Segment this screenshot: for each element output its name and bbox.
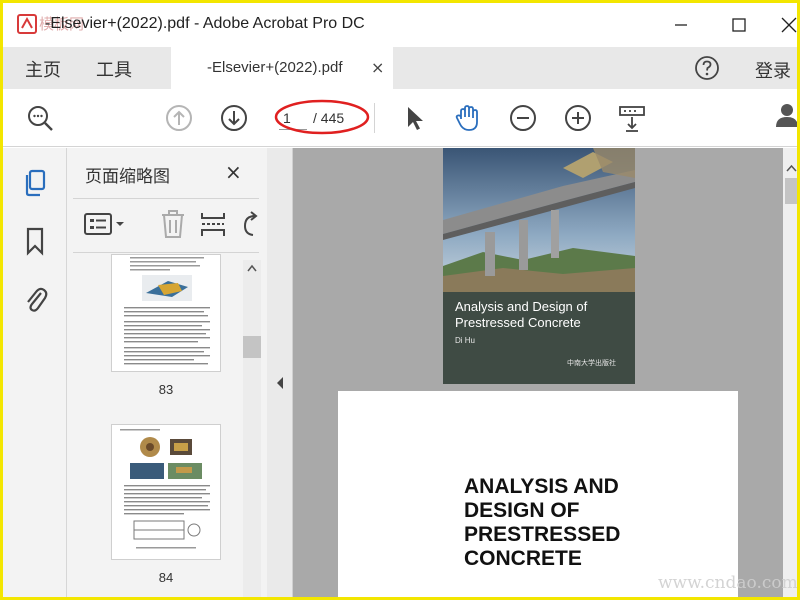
thumbnail-panel: 页面缩略图 × 83 84 xyxy=(67,148,267,597)
tab-close-icon[interactable]: × xyxy=(371,58,384,77)
close-window-icon[interactable] xyxy=(777,13,800,37)
help-icon[interactable] xyxy=(693,54,721,82)
toolbar-divider xyxy=(374,103,375,133)
page-thumbnails-icon[interactable] xyxy=(21,168,49,198)
document-view[interactable]: Analysis and Design of Prestressed Concr… xyxy=(293,148,783,597)
delete-page-icon[interactable] xyxy=(159,208,187,240)
zoom-out-icon[interactable] xyxy=(508,103,538,133)
thumbnail-panel-title: 页面缩略图 xyxy=(85,167,170,187)
watermark-text: www.cndao.com xyxy=(658,573,798,593)
app-logo-icon xyxy=(17,14,37,34)
nav-home[interactable]: 主页 xyxy=(25,56,61,82)
tab-bar: 主页 工具 -Elsevier+(2022).pdf × 登录 xyxy=(3,47,797,89)
thumbnail-label: 84 xyxy=(158,570,174,585)
nav-tools[interactable]: 工具 xyxy=(96,56,132,82)
cover-author: Di Hu xyxy=(455,336,476,345)
select-cursor-icon[interactable] xyxy=(399,103,429,133)
document-tab-label: -Elsevier+(2022).pdf xyxy=(207,59,343,76)
annotation-oval xyxy=(274,99,370,135)
minimize-icon[interactable] xyxy=(669,13,693,37)
document-scrollbar[interactable] xyxy=(783,148,800,597)
document-scrollbar-thumb[interactable] xyxy=(785,178,797,204)
attachments-icon[interactable] xyxy=(21,284,49,314)
thumbnail-label: 83 xyxy=(158,382,174,397)
bookmarks-icon[interactable] xyxy=(21,226,49,256)
cover-title: Analysis and Design of Prestressed Concr… xyxy=(455,299,588,330)
add-user-icon[interactable] xyxy=(773,101,800,133)
book-cover: Analysis and Design of Prestressed Concr… xyxy=(443,148,635,384)
main-toolbar: / 445 xyxy=(3,89,797,147)
scroll-up-icon[interactable] xyxy=(783,160,800,177)
panel-divider xyxy=(73,198,259,199)
scroll-mode-icon[interactable] xyxy=(617,103,647,133)
window-title: -Elsevier+(2022).pdf - Adobe Acrobat Pro… xyxy=(45,15,365,32)
maximize-icon[interactable] xyxy=(727,13,751,37)
page-title: ANALYSIS AND DESIGN OF PRESTRESSED CONCR… xyxy=(464,475,621,570)
thumbnail-scrollbar-thumb[interactable] xyxy=(243,336,261,358)
panel-collapse-strip[interactable] xyxy=(267,148,293,597)
thumbnail-page-83[interactable] xyxy=(111,254,221,372)
scroll-up-icon[interactable] xyxy=(243,260,261,278)
previous-page-icon[interactable] xyxy=(164,103,194,133)
zoom-in-icon[interactable] xyxy=(563,103,593,133)
next-page-icon[interactable] xyxy=(219,103,249,133)
page-83-preview xyxy=(124,257,210,365)
search-icon[interactable] xyxy=(25,103,55,133)
collapse-panel-icon[interactable] xyxy=(267,370,293,396)
cover-bridge-image xyxy=(443,148,635,292)
document-page: ANALYSIS AND DESIGN OF PRESTRESSED CONCR… xyxy=(338,391,738,597)
thumbnail-page-84[interactable] xyxy=(111,424,221,560)
title-bar: 模板网 -Elsevier+(2022).pdf - Adobe Acrobat… xyxy=(3,3,797,47)
insert-page-icon[interactable] xyxy=(199,208,227,240)
document-tab[interactable]: -Elsevier+(2022).pdf × xyxy=(171,47,393,89)
left-navigation-rail xyxy=(3,148,67,597)
page-84-preview xyxy=(120,429,210,549)
app-window: 模板网 -Elsevier+(2022).pdf - Adobe Acrobat… xyxy=(0,0,800,600)
panel-divider xyxy=(73,252,259,253)
rotate-page-icon[interactable] xyxy=(237,208,259,240)
cover-publisher: 中南大学出版社 xyxy=(567,359,616,367)
thumbnail-options-icon[interactable] xyxy=(83,208,127,240)
thumbnail-panel-close-icon[interactable]: × xyxy=(225,160,242,184)
hand-tool-icon[interactable] xyxy=(453,103,483,133)
login-button[interactable]: 登录 xyxy=(755,57,791,83)
thumbnail-scrollbar[interactable] xyxy=(243,260,261,597)
